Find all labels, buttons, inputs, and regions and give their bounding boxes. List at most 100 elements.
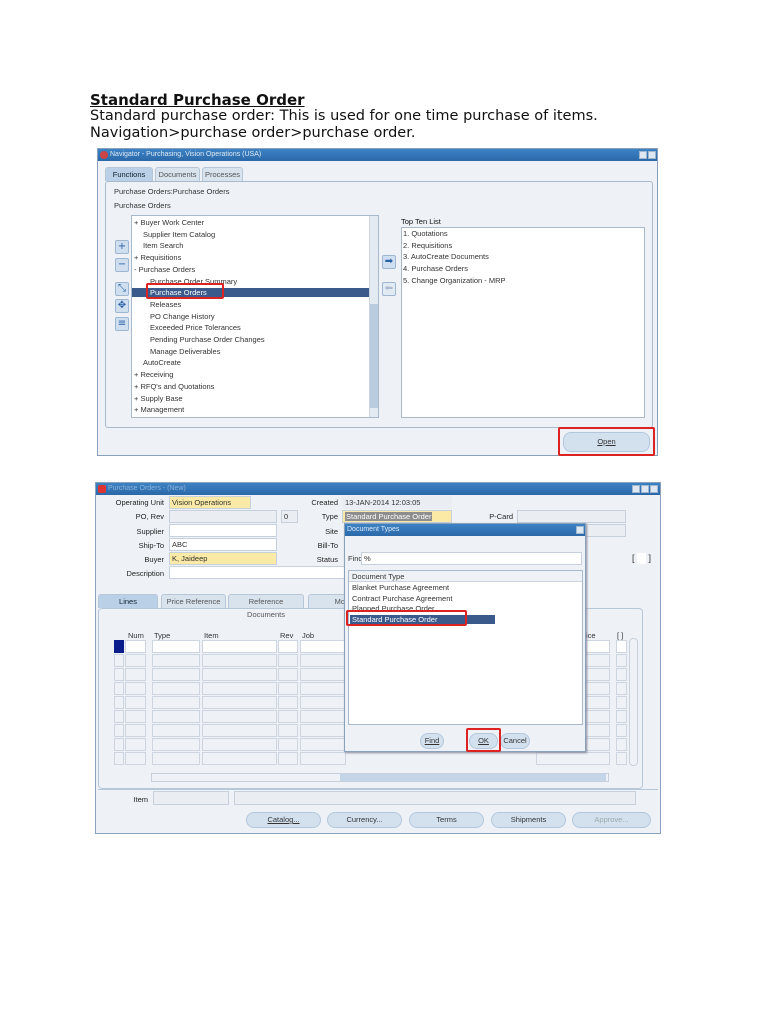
table-cell[interactable] [202,682,277,695]
table-cell[interactable] [125,710,146,723]
table-cell[interactable] [300,710,346,723]
document-type-option[interactable]: Blanket Purchase Agreement [350,583,449,592]
tree-item[interactable]: + Buyer Work Center [134,218,204,227]
tab-price-reference[interactable]: Price Reference [161,594,226,608]
tree-item[interactable]: Exceeded Price Tolerances [150,323,241,332]
table-cell[interactable] [152,696,200,709]
tab-more[interactable]: Mo [308,594,348,608]
table-cell[interactable] [202,696,277,709]
table-cell[interactable] [278,724,298,737]
table-cell[interactable] [152,682,200,695]
tree-item[interactable]: - Purchase Orders [134,265,195,274]
remove-from-list-arrow-icon[interactable]: ⬅ [382,282,396,296]
scrollbar[interactable] [369,216,378,417]
expand-all-icon[interactable]: ✥ [115,299,129,313]
table-cell[interactable] [300,682,346,695]
function-tree[interactable]: + Buyer Work Center Supplier Item Catalog… [131,215,379,418]
table-cell[interactable] [202,738,277,751]
document-type-option[interactable]: Contract Purchase Agreement [350,594,452,603]
table-cell[interactable] [202,654,277,667]
top-ten-list[interactable]: 1. Quotations 2. Requisitions 3. AutoCreat… [401,227,645,418]
row-selector[interactable] [114,654,124,667]
table-cell[interactable] [278,752,298,765]
document-type-list[interactable]: Document Type Blanket Purchase Agreement… [348,570,583,725]
scrollbar-thumb[interactable] [340,774,606,781]
vertical-scrollbar[interactable] [629,638,638,766]
tab-documents[interactable]: Documents [155,167,200,181]
table-cell[interactable] [616,696,627,709]
close-icon[interactable] [576,526,584,534]
table-cell[interactable] [125,738,146,751]
row-selector[interactable] [114,696,124,709]
table-cell[interactable] [278,710,298,723]
tree-item[interactable]: Manage Deliverables [150,347,220,356]
tree-item[interactable]: Item Search [143,241,183,250]
collapse-icon[interactable]: − [115,258,129,272]
buyer-field[interactable]: K, Jaideep [169,552,277,565]
row-selector[interactable] [114,668,124,681]
operating-unit-field[interactable]: Vision Operations [169,496,251,509]
table-cell[interactable] [278,668,298,681]
maximize-icon[interactable] [641,485,649,493]
supplier-field[interactable] [169,524,277,537]
row-selector[interactable] [114,724,124,737]
table-cell[interactable] [152,654,200,667]
currency-button[interactable]: Currency... [327,812,402,828]
close-icon[interactable] [648,151,656,159]
table-cell[interactable] [152,668,200,681]
expand-icon[interactable]: + [115,240,129,254]
tree-item[interactable]: Pending Purchase Order Changes [150,335,265,344]
table-cell[interactable] [616,682,627,695]
table-cell[interactable] [278,640,298,653]
table-cell[interactable] [125,682,146,695]
table-cell[interactable] [152,724,200,737]
table-cell[interactable] [152,640,200,653]
tree-item[interactable]: + Requisitions [134,253,181,262]
top-ten-item[interactable]: 5. Change Organization - MRP [403,276,506,285]
tab-lines[interactable]: Lines [98,594,158,608]
top-ten-item[interactable]: 4. Purchase Orders [403,264,468,273]
description-field[interactable] [169,566,349,579]
item-field[interactable] [153,791,229,805]
cancel-button[interactable]: Cancel [500,733,530,749]
table-cell[interactable] [616,710,627,723]
table-cell[interactable] [616,668,627,681]
scrollbar-thumb[interactable] [370,304,378,408]
collapse-all-icon[interactable]: ≡ [115,317,129,331]
catalog-button[interactable]: Catalog... [246,812,321,828]
table-cell[interactable] [278,738,298,751]
table-cell[interactable] [125,752,146,765]
find-input[interactable]: % [361,552,582,565]
tab-reference-documents[interactable]: Reference Documents [228,594,304,619]
row-selector[interactable] [114,710,124,723]
tree-item[interactable]: Supplier Item Catalog [143,230,215,239]
table-cell[interactable] [278,696,298,709]
table-cell[interactable] [300,654,346,667]
status-bracket[interactable]: [ ] [632,553,651,565]
table-cell[interactable] [202,752,277,765]
table-cell[interactable] [125,654,146,667]
table-cell[interactable] [616,640,627,653]
top-ten-item[interactable]: 1. Quotations [403,229,448,238]
table-cell[interactable] [125,640,146,653]
tree-item[interactable]: PO Change History [150,312,215,321]
row-selector[interactable] [114,738,124,751]
table-cell[interactable] [616,654,627,667]
table-cell[interactable] [536,752,610,765]
minimize-icon[interactable] [639,151,647,159]
tree-item[interactable]: AutoCreate [143,358,181,367]
tree-item[interactable]: + Supply Base [134,394,183,403]
tree-item[interactable]: Releases [150,300,181,309]
row-selector[interactable] [114,640,124,653]
item-description-field[interactable] [234,791,636,805]
terms-button[interactable]: Terms [409,812,484,828]
table-cell[interactable] [300,724,346,737]
po-number-field[interactable] [169,510,277,523]
table-cell[interactable] [616,738,627,751]
table-cell[interactable] [300,738,346,751]
table-cell[interactable] [278,654,298,667]
row-selector[interactable] [114,752,124,765]
table-cell[interactable] [202,710,277,723]
table-cell[interactable] [152,752,200,765]
table-cell[interactable] [278,682,298,695]
